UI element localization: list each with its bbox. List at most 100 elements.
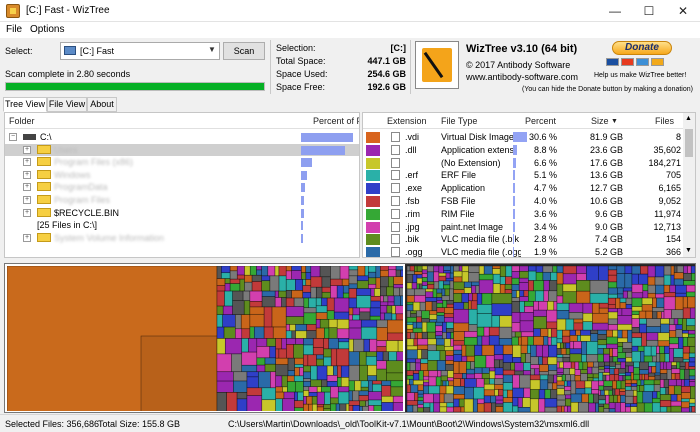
treemap-cell[interactable] [463, 287, 472, 294]
treemap-cell[interactable] [358, 395, 369, 402]
treemap-cell[interactable] [659, 369, 668, 374]
treemap-cell[interactable] [233, 371, 248, 382]
treemap-cell[interactable] [216, 338, 226, 355]
treemap-cell[interactable] [566, 405, 572, 412]
treemap-cell[interactable] [445, 385, 454, 395]
treemap-cell[interactable] [447, 377, 454, 382]
treemap-cell[interactable] [249, 326, 255, 339]
treemap-cell[interactable] [417, 349, 422, 360]
treemap-cell[interactable] [216, 380, 234, 393]
treemap-cell[interactable] [412, 373, 420, 381]
treemap-cell[interactable] [590, 329, 599, 334]
treemap-cell[interactable] [625, 403, 631, 408]
treemap-cell[interactable] [535, 344, 543, 358]
treemap-cell[interactable] [311, 396, 318, 405]
treemap-cell[interactable] [640, 265, 649, 275]
treemap-cell[interactable] [604, 361, 611, 367]
treemap-cell[interactable] [444, 338, 452, 347]
treemap-cell[interactable] [453, 349, 463, 355]
treemap-cell[interactable] [625, 297, 633, 305]
treemap-cell[interactable] [445, 272, 451, 279]
treemap-cell[interactable] [671, 361, 677, 366]
treemap-cell[interactable] [326, 381, 338, 388]
treemap-cell[interactable] [348, 288, 357, 299]
treemap-cell[interactable] [348, 269, 359, 277]
treemap-cell[interactable] [229, 265, 238, 272]
treemap-cell[interactable] [221, 272, 231, 279]
treemap-cell[interactable] [689, 379, 695, 383]
treemap-cell[interactable] [620, 394, 626, 403]
treemap-cell[interactable] [616, 265, 626, 274]
treemap-cell[interactable] [348, 283, 358, 289]
file-type-row[interactable]: .exe Application 4.7 % 12.7 GB 6,165 [363, 182, 695, 195]
treemap-cell[interactable] [333, 297, 350, 313]
treemap-cell[interactable] [263, 306, 273, 328]
treemap-cell[interactable] [674, 373, 681, 380]
treemap-cell[interactable] [408, 378, 414, 386]
treemap-cell[interactable] [446, 328, 454, 333]
treemap-cell[interactable] [617, 287, 624, 295]
treemap-cell[interactable] [546, 321, 558, 330]
treemap-cell[interactable] [481, 293, 493, 305]
treemap-cell[interactable] [663, 361, 667, 370]
treemap-cell[interactable] [582, 302, 593, 314]
treemap-cell[interactable] [590, 333, 599, 342]
treemap-cell[interactable] [416, 265, 423, 272]
treemap-cell[interactable] [418, 283, 423, 290]
treemap-cell[interactable] [570, 393, 583, 403]
treemap-cell[interactable] [568, 302, 584, 313]
treemap-cell[interactable] [302, 285, 312, 293]
treemap-cell[interactable] [330, 278, 343, 287]
treemap-cell[interactable] [552, 265, 558, 273]
file-type-row[interactable]: (No Extension) 6.6 % 17.6 GB 184,271 [363, 157, 695, 169]
treemap-cell[interactable] [681, 332, 689, 338]
treemap-cell[interactable] [562, 354, 571, 358]
treemap-cell[interactable] [654, 372, 661, 376]
treemap-cell[interactable] [406, 378, 410, 386]
treemap-cell[interactable] [591, 366, 600, 375]
treemap-cell[interactable] [543, 280, 550, 292]
treemap-cell[interactable] [264, 357, 277, 365]
treemap-cell[interactable] [556, 399, 566, 407]
treemap-cell[interactable] [639, 373, 643, 381]
treemap-cell[interactable] [368, 277, 377, 285]
treemap-cell[interactable] [631, 310, 640, 315]
treemap-cell[interactable] [607, 293, 618, 299]
treemap-cell[interactable] [352, 314, 361, 321]
treemap-cell[interactable] [659, 345, 665, 354]
treemap-cell[interactable] [631, 314, 640, 319]
treemap-cell[interactable] [406, 282, 413, 290]
treemap-cell[interactable] [306, 324, 317, 331]
treemap-cell[interactable] [301, 265, 307, 273]
treemap-cell[interactable] [386, 286, 394, 297]
treemap-cell[interactable] [615, 297, 621, 309]
treemap-cell[interactable] [315, 312, 328, 320]
treemap-cell[interactable] [608, 402, 616, 410]
treemap-cell[interactable] [315, 327, 325, 339]
treemap-cell[interactable] [551, 382, 558, 390]
treemap-cell[interactable] [546, 309, 558, 323]
treemap-cell[interactable] [591, 389, 600, 395]
treemap-cell[interactable] [683, 272, 692, 281]
treemap-cell[interactable] [573, 341, 582, 350]
col-size[interactable]: Size [591, 115, 609, 128]
treemap-cell[interactable] [544, 398, 558, 408]
treemap-cell[interactable] [342, 292, 350, 299]
treemap-cell[interactable] [436, 300, 444, 304]
treemap-cell[interactable] [303, 312, 317, 325]
treemap-cell[interactable] [321, 297, 328, 307]
treemap-cell[interactable] [688, 368, 695, 377]
expand-icon[interactable]: + [23, 233, 31, 242]
treemap-cell[interactable] [597, 353, 604, 363]
treemap-cell[interactable] [446, 303, 454, 308]
treemap-cell[interactable] [321, 379, 328, 388]
treemap-cell[interactable] [676, 265, 684, 273]
treemap-cell[interactable] [547, 301, 555, 311]
treemap-cell[interactable] [606, 343, 619, 349]
treemap-cell[interactable] [416, 274, 423, 279]
treemap-cell[interactable] [406, 321, 414, 326]
treemap-cell[interactable] [630, 379, 638, 384]
file-type-row[interactable]: .fsb FSB File 4.0 % 10.6 GB 9,052 [363, 195, 695, 207]
treemap-cell[interactable] [435, 338, 445, 346]
treemap-cell[interactable] [687, 330, 695, 335]
